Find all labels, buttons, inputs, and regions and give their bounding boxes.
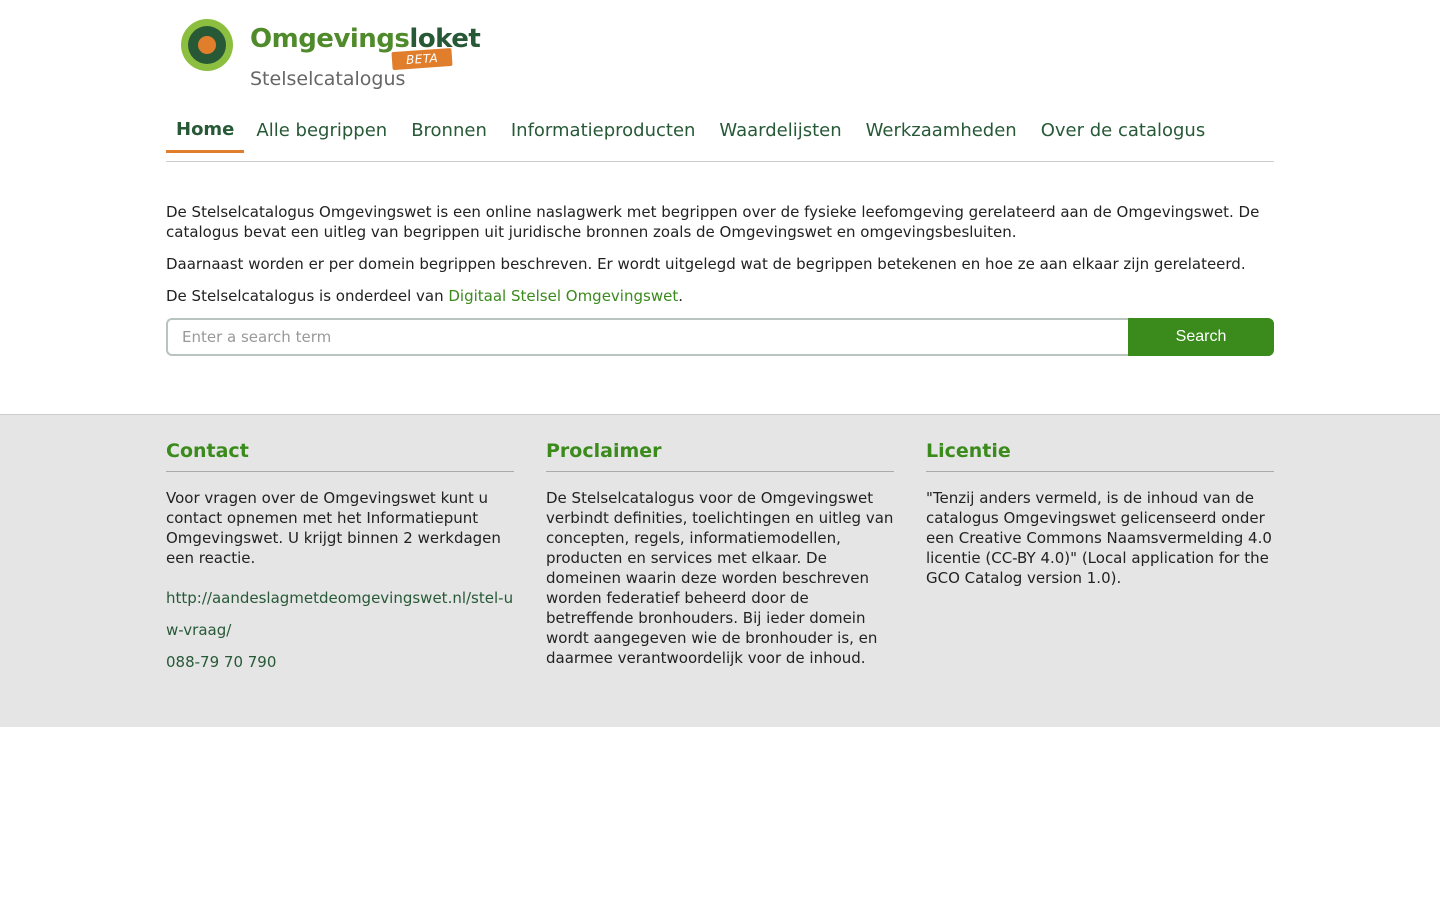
footer-licentie: Licentie "Tenzij anders vermeld, is de i… (926, 439, 1274, 678)
search-button[interactable]: Search (1128, 318, 1274, 356)
proclaimer-text: De Stelselcatalogus voor de Omgevingswet… (546, 489, 894, 667)
intro-paragraph-3-suffix: . (678, 287, 683, 305)
nav-item-over-de-catalogus[interactable]: Over de catalogus (1029, 111, 1217, 153)
intro-section: De Stelselcatalogus Omgevingswet is een … (166, 162, 1274, 306)
nav-item-home[interactable]: Home (166, 111, 245, 153)
footer-proclaimer: Proclaimer De Stelselcatalogus voor de O… (546, 439, 894, 678)
intro-paragraph-2: Daarnaast worden er per domein begrippen… (166, 255, 1246, 273)
logo-subtitle: Stelselcatalogus (250, 68, 406, 90)
nav-item-alle-begrippen[interactable]: Alle begrippen (244, 111, 399, 153)
footer-contact: Contact Voor vragen over de Omgevingswet… (166, 439, 514, 678)
digitaal-stelsel-link[interactable]: Digitaal Stelsel Omgevingswet (448, 287, 678, 305)
intro-paragraph-1: De Stelselcatalogus Omgevingswet is een … (166, 203, 1260, 241)
intro-paragraph-3-text: De Stelselcatalogus is onderdeel van (166, 287, 449, 305)
contact-url-link[interactable]: http://aandeslagmetdeomgevingswet.nl/ste… (166, 582, 514, 646)
beta-badge: BETA (391, 47, 453, 71)
site-footer: Contact Voor vragen over de Omgevingswet… (0, 414, 1440, 727)
contact-phone-link[interactable]: 088-79 70 790 (166, 646, 514, 678)
nav-item-werkzaamheden[interactable]: Werkzaamheden (854, 111, 1029, 153)
logo-target-icon (181, 19, 233, 71)
licentie-text: "Tenzij anders vermeld, is de inhoud van… (926, 489, 1272, 587)
contact-heading: Contact (166, 439, 514, 472)
proclaimer-heading: Proclaimer (546, 439, 894, 472)
logo[interactable]: Omgevingsloket BETA Stelselcatalogus (180, 18, 481, 94)
site-header: Omgevingsloket BETA Stelselcatalogus (166, 0, 1274, 110)
main-nav: Home Alle begrippen Bronnen Informatiepr… (166, 110, 1274, 162)
nav-item-waardelijsten[interactable]: Waardelijsten (707, 111, 853, 153)
intro-paragraph-3: De Stelselcatalogus is onderdeel van Dig… (166, 286, 1274, 306)
licentie-heading: Licentie (926, 439, 1274, 472)
search-bar: Search (166, 318, 1274, 356)
contact-text: Voor vragen over de Omgevingswet kunt u … (166, 489, 501, 567)
search-input[interactable] (166, 318, 1128, 356)
nav-item-informatieproducten[interactable]: Informatieproducten (499, 111, 708, 153)
nav-item-bronnen[interactable]: Bronnen (399, 111, 499, 153)
